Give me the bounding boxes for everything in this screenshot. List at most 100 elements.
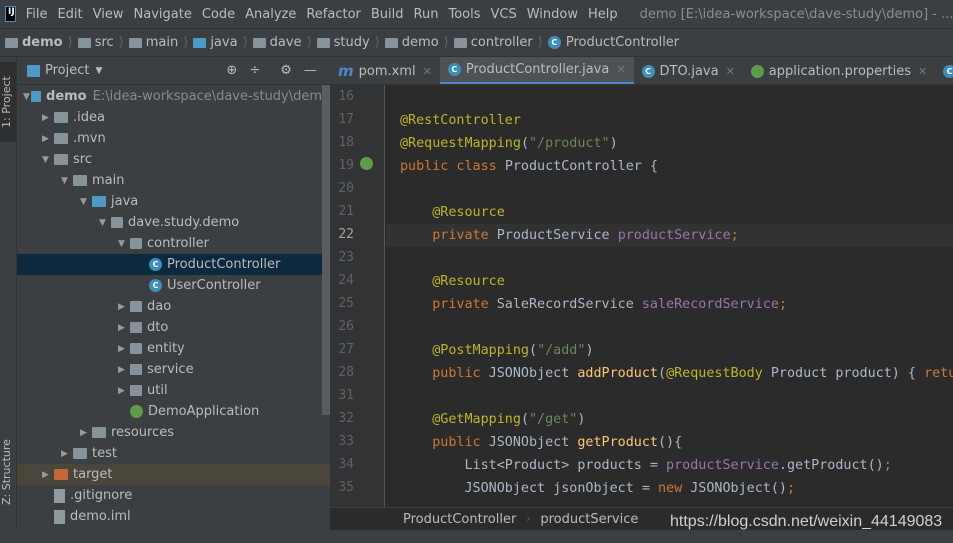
tree-item[interactable]: C ProductController: [17, 254, 330, 275]
tree-item[interactable]: ▶ service: [17, 359, 330, 380]
tree-item[interactable]: DemoApplication: [17, 401, 330, 422]
scrollbar-thumb[interactable]: [322, 85, 330, 415]
collapsed-arrow-icon[interactable]: ▶: [118, 386, 130, 396]
minimize-icon[interactable]: —: [304, 63, 317, 78]
code-line[interactable]: @PostMapping("/add"): [400, 339, 593, 362]
tree-item[interactable]: ▶ entity: [17, 338, 330, 359]
breadcrumb-item[interactable]: controller: [453, 35, 533, 50]
collapsed-arrow-icon[interactable]: ▶: [42, 113, 54, 123]
crumb-class[interactable]: ProductController: [403, 512, 516, 527]
expanded-arrow-icon[interactable]: ▼: [99, 218, 111, 228]
breadcrumb-item[interactable]: study: [316, 35, 370, 50]
tab-productcontroller-java[interactable]: C ProductController.java ✕: [439, 57, 634, 84]
tab-users[interactable]: CUserS: [935, 57, 953, 84]
tree-item[interactable]: .gitignore: [17, 485, 330, 506]
expanded-arrow-icon[interactable]: ▼: [23, 92, 31, 102]
tree-item[interactable]: ▼ java: [17, 191, 330, 212]
structure-tool-tab[interactable]: Z: Structure: [0, 432, 16, 512]
collapse-all-icon[interactable]: ÷: [249, 63, 260, 78]
project-tool-tab[interactable]: 1: Project: [0, 62, 16, 142]
code-line[interactable]: private SaleRecordService saleRecordServ…: [400, 293, 787, 316]
code-line[interactable]: @Resource: [400, 201, 505, 224]
tree-item[interactable]: ▶ .mvn: [17, 128, 330, 149]
tree-scrollbar[interactable]: [322, 85, 330, 530]
gear-icon[interactable]: ⚙: [280, 63, 292, 78]
locate-icon[interactable]: ⊕: [226, 63, 237, 78]
collapsed-arrow-icon[interactable]: ▶: [42, 470, 54, 480]
line-number: 32: [338, 411, 354, 426]
tree-item[interactable]: ▼ dave.study.demo: [17, 212, 330, 233]
menu-analyze[interactable]: Analyze: [245, 7, 296, 22]
code-line[interactable]: public JSONObject getProduct(){: [400, 431, 682, 454]
tree-item[interactable]: ▼ main: [17, 170, 330, 191]
expanded-arrow-icon[interactable]: ▼: [42, 155, 54, 165]
breadcrumb-item[interactable]: demo: [5, 35, 63, 50]
breadcrumb-item[interactable]: dave: [252, 35, 302, 50]
tree-item[interactable]: ▼ src: [17, 149, 330, 170]
project-panel-title[interactable]: Project: [45, 63, 89, 78]
menu-build[interactable]: Build: [371, 7, 404, 22]
breadcrumb-item[interactable]: C ProductController: [547, 35, 679, 50]
code-line[interactable]: @RequestMapping("/product"): [400, 132, 618, 155]
code-line[interactable]: public JSONObject addProduct(@RequestBod…: [400, 362, 953, 385]
tab-dto-java[interactable]: C DTO.java ✕: [634, 57, 743, 84]
dropdown-arrow-icon[interactable]: ▼: [95, 66, 102, 76]
tree-item[interactable]: ▶ util: [17, 380, 330, 401]
breadcrumb-item[interactable]: demo: [384, 35, 439, 50]
breadcrumb-item[interactable]: java: [193, 35, 238, 50]
collapsed-arrow-icon[interactable]: ▶: [42, 134, 54, 144]
code-line[interactable]: @Resource: [400, 270, 505, 293]
menu-vcs[interactable]: VCS: [491, 7, 517, 22]
breadcrumb-item[interactable]: src: [77, 35, 114, 50]
menu-help[interactable]: Help: [588, 7, 618, 22]
crumb-field[interactable]: productService: [540, 512, 638, 527]
code-editor[interactable]: @RestController @RequestMapping("/product…: [386, 85, 953, 507]
collapsed-arrow-icon[interactable]: ▶: [118, 323, 130, 333]
tree-item[interactable]: ▶ test: [17, 443, 330, 464]
code-line[interactable]: public class ProductController {: [400, 155, 658, 178]
expanded-arrow-icon[interactable]: ▼: [118, 239, 130, 249]
collapsed-arrow-icon[interactable]: ▶: [118, 365, 130, 375]
menu-view[interactable]: View: [93, 7, 124, 22]
code-line[interactable]: @RestController: [400, 109, 521, 132]
menu-edit[interactable]: Edit: [57, 7, 82, 22]
tree-item[interactable]: ▼ controller: [17, 233, 330, 254]
code-line[interactable]: @GetMapping("/get"): [400, 408, 585, 431]
code-line[interactable]: JSONObject jsonObject = new JSONObject()…: [400, 477, 796, 500]
tree-item[interactable]: ▶ .idea: [17, 107, 330, 128]
tree-item[interactable]: ▶ target: [17, 464, 330, 485]
tree-item[interactable]: ▶ resources: [17, 422, 330, 443]
code-line[interactable]: List<Product> products = productService.…: [400, 454, 892, 477]
menu-window[interactable]: Window: [527, 7, 578, 22]
close-icon[interactable]: ✕: [726, 65, 735, 78]
collapsed-arrow-icon[interactable]: ▶: [80, 428, 92, 438]
expanded-arrow-icon[interactable]: ▼: [61, 176, 73, 186]
tab-pom-xml[interactable]: m pom.xml ✕: [330, 57, 440, 84]
code-token: JSONObject: [488, 366, 578, 381]
line-number: 35: [338, 480, 354, 495]
tree-item[interactable]: ▶ dto: [17, 317, 330, 338]
breadcrumb-item[interactable]: main: [128, 35, 178, 50]
tree-item[interactable]: C UserController: [17, 275, 330, 296]
menu-refactor[interactable]: Refactor: [306, 7, 361, 22]
close-icon[interactable]: ✕: [616, 63, 625, 76]
tree-item[interactable]: ▼ demo E:\idea-workspace\dave-study\demo: [17, 86, 330, 107]
menu-run[interactable]: Run: [414, 7, 439, 22]
expanded-arrow-icon[interactable]: ▼: [80, 197, 92, 207]
close-icon[interactable]: ✕: [918, 65, 927, 78]
menu-code[interactable]: Code: [202, 7, 235, 22]
collapsed-arrow-icon[interactable]: ▶: [61, 449, 73, 459]
menu-navigate[interactable]: Navigate: [134, 7, 192, 22]
spring-bean-gutter-icon[interactable]: [360, 157, 373, 170]
tab-application-properties[interactable]: application.properties ✕: [743, 57, 935, 84]
close-icon[interactable]: ✕: [423, 65, 432, 78]
tree-item[interactable]: ▶ dao: [17, 296, 330, 317]
menu-file[interactable]: File: [26, 7, 48, 22]
line-number: 21: [338, 204, 354, 219]
collapsed-arrow-icon[interactable]: ▶: [118, 302, 130, 312]
code-line[interactable]: private ProductService productService;: [386, 224, 953, 247]
collapsed-arrow-icon[interactable]: ▶: [118, 344, 130, 354]
menu-tools[interactable]: Tools: [448, 7, 480, 22]
tree-item[interactable]: demo.iml: [17, 506, 330, 527]
